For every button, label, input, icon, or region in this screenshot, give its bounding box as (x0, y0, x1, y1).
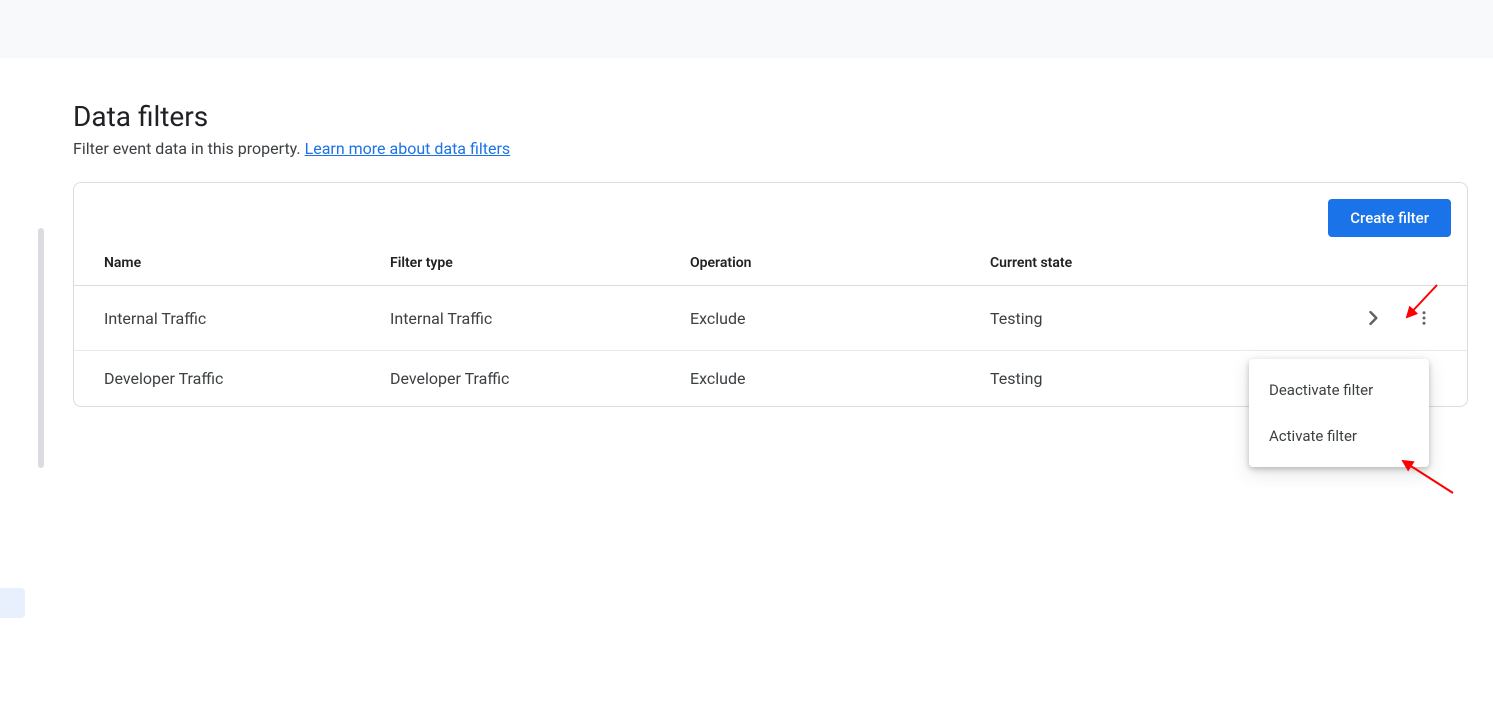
cell-operation: Exclude (674, 351, 974, 407)
menu-item-activate[interactable]: Activate filter (1249, 413, 1429, 459)
cell-type: Internal Traffic (374, 286, 674, 351)
col-header-actions (1337, 245, 1467, 286)
open-row-button[interactable] (1359, 304, 1387, 332)
page-description: Filter event data in this property. Lear… (73, 139, 1468, 158)
rail-scrollbar[interactable] (38, 228, 44, 468)
table-row[interactable]: Internal Traffic Internal Traffic Exclud… (74, 286, 1467, 351)
rail-active-indicator (0, 588, 25, 618)
col-header-operation: Operation (674, 245, 974, 286)
cell-actions (1337, 286, 1467, 351)
page-title: Data filters (73, 100, 1468, 133)
page-description-text: Filter event data in this property. (73, 139, 305, 158)
cell-type: Developer Traffic (374, 351, 674, 407)
cell-name: Developer Traffic (74, 351, 374, 407)
filters-card: Create filter Name Filter type Operation… (73, 182, 1468, 407)
create-filter-button[interactable]: Create filter (1328, 199, 1451, 237)
col-header-type: Filter type (374, 245, 674, 286)
main-content: Data filters Filter event data in this p… (73, 100, 1468, 407)
left-nav-rail (0, 58, 30, 708)
col-header-name: Name (74, 245, 374, 286)
col-header-state: Current state (974, 245, 1337, 286)
table-header-row: Name Filter type Operation Current state (74, 245, 1467, 286)
chevron-right-icon (1363, 308, 1383, 328)
cell-state: Testing (974, 286, 1337, 351)
more-vert-icon (1415, 309, 1433, 327)
top-bar (0, 0, 1493, 58)
learn-more-link[interactable]: Learn more about data filters (305, 139, 511, 158)
card-toolbar: Create filter (74, 183, 1467, 245)
cell-operation: Exclude (674, 286, 974, 351)
menu-item-deactivate[interactable]: Deactivate filter (1249, 367, 1429, 413)
row-more-button[interactable] (1411, 305, 1437, 331)
cell-name: Internal Traffic (74, 286, 374, 351)
row-context-menu: Deactivate filter Activate filter (1249, 359, 1429, 467)
